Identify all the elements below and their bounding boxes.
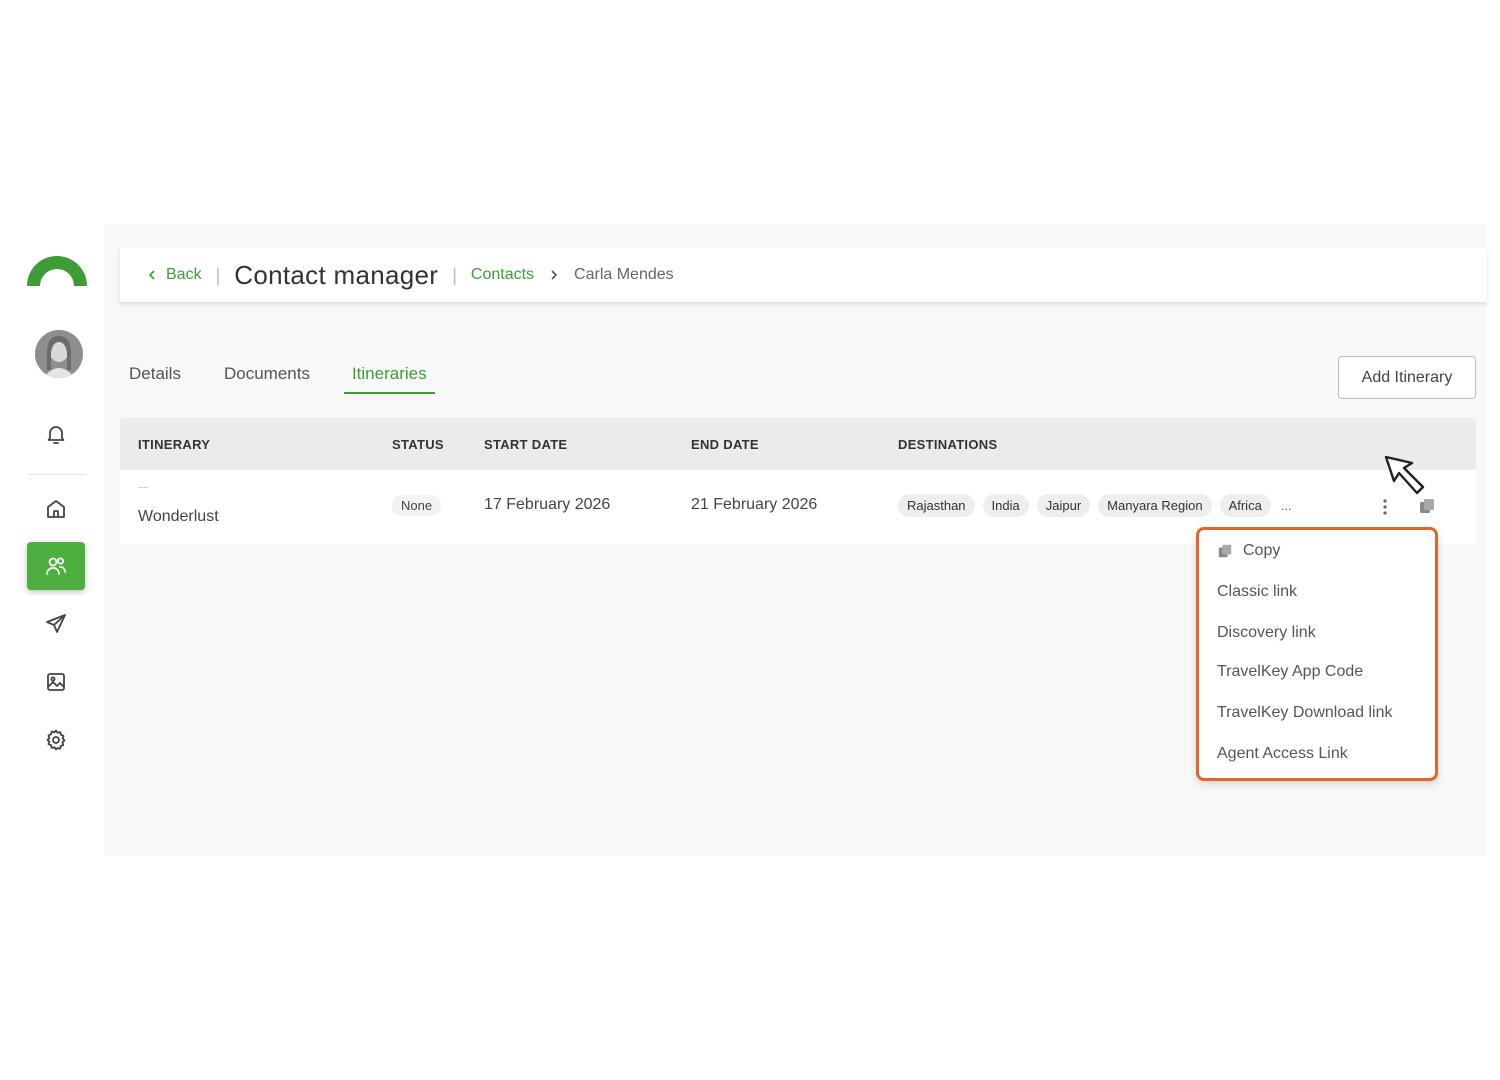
bell-icon bbox=[47, 426, 65, 444]
menu-item-travelkey-download-link[interactable]: TravelKey Download link bbox=[1217, 704, 1392, 722]
destination-tag: Jaipur bbox=[1036, 494, 1091, 517]
column-header-end-date[interactable]: END DATE bbox=[691, 437, 759, 452]
copy-dropdown-menu: Copy Classic link Discovery link TravelK… bbox=[1196, 527, 1438, 781]
table-header: ITINERARY STATUS START DATE END DATE DES… bbox=[120, 418, 1476, 470]
destinations-list: Rajasthan India Jaipur Manyara Region Af… bbox=[898, 494, 1292, 517]
destination-tag: Manyara Region bbox=[1098, 494, 1212, 517]
destination-tag: India bbox=[982, 494, 1029, 517]
tab-itineraries[interactable]: Itineraries bbox=[343, 362, 435, 394]
tab-details[interactable]: Details bbox=[128, 362, 189, 394]
column-header-itinerary[interactable]: ITINERARY bbox=[138, 437, 210, 452]
sidebar-item-images[interactable] bbox=[27, 658, 85, 706]
more-vertical-icon[interactable] bbox=[1378, 497, 1392, 517]
send-icon bbox=[46, 614, 66, 633]
column-header-status[interactable]: STATUS bbox=[392, 437, 444, 452]
header-bar: Back | Contact manager | Contacts Carla … bbox=[120, 248, 1487, 302]
column-header-start-date[interactable]: START DATE bbox=[484, 437, 567, 452]
app-screen: Back | Contact manager | Contacts Carla … bbox=[0, 0, 1500, 1080]
start-date: 17 February 2026 bbox=[484, 496, 611, 513]
sidebar-item-send[interactable] bbox=[27, 600, 85, 648]
back-label: Back bbox=[166, 266, 202, 283]
contacts-icon bbox=[46, 557, 66, 575]
divider: | bbox=[215, 264, 221, 285]
avatar[interactable] bbox=[35, 330, 83, 378]
more-destinations: ... bbox=[1280, 498, 1292, 513]
menu-item-copy[interactable]: Copy bbox=[1217, 542, 1280, 560]
breadcrumb-current: Carla Mendes bbox=[574, 266, 674, 283]
sidebar-item-contacts[interactable] bbox=[27, 542, 85, 590]
divider: | bbox=[452, 264, 457, 285]
breadcrumb-contacts[interactable]: Contacts bbox=[471, 266, 534, 284]
menu-item-discovery-link[interactable]: Discovery link bbox=[1217, 624, 1316, 642]
home-icon bbox=[47, 500, 65, 518]
tab-documents[interactable]: Documents bbox=[223, 362, 318, 394]
itinerary-prefix: — bbox=[138, 482, 148, 493]
back-button[interactable]: Back bbox=[146, 266, 202, 284]
column-header-destinations[interactable]: DESTINATIONS bbox=[898, 437, 997, 452]
settings-icon bbox=[46, 729, 66, 751]
copy-icon bbox=[1218, 544, 1232, 558]
destination-tag: Rajasthan bbox=[898, 494, 975, 517]
menu-item-travelkey-app-code[interactable]: TravelKey App Code bbox=[1217, 663, 1363, 681]
chevron-left-icon bbox=[148, 270, 155, 280]
menu-item-agent-access-link[interactable]: Agent Access Link bbox=[1217, 745, 1348, 763]
sidebar-item-settings[interactable] bbox=[27, 716, 85, 764]
notifications-button[interactable] bbox=[27, 410, 85, 458]
menu-item-classic-link[interactable]: Classic link bbox=[1217, 583, 1297, 601]
copy-icon[interactable] bbox=[1418, 497, 1436, 515]
status-badge: None bbox=[392, 495, 442, 516]
destination-tag: Africa bbox=[1219, 494, 1271, 517]
sidebar bbox=[0, 224, 104, 856]
add-itinerary-button[interactable]: Add Itinerary bbox=[1338, 356, 1476, 399]
end-date: 21 February 2026 bbox=[691, 496, 818, 513]
logo-icon[interactable] bbox=[24, 248, 90, 288]
menu-item-label: Copy bbox=[1243, 542, 1281, 559]
sidebar-divider bbox=[28, 474, 86, 475]
sidebar-item-home[interactable] bbox=[27, 485, 85, 533]
chevron-right-icon bbox=[551, 270, 558, 280]
itineraries-table: ITINERARY STATUS START DATE END DATE DES… bbox=[120, 418, 1476, 544]
page-title: Contact manager bbox=[234, 259, 439, 290]
image-icon bbox=[47, 673, 65, 691]
itinerary-name[interactable]: Wonderlust bbox=[138, 508, 219, 526]
tab-bar: Details Documents Itineraries bbox=[128, 362, 469, 394]
